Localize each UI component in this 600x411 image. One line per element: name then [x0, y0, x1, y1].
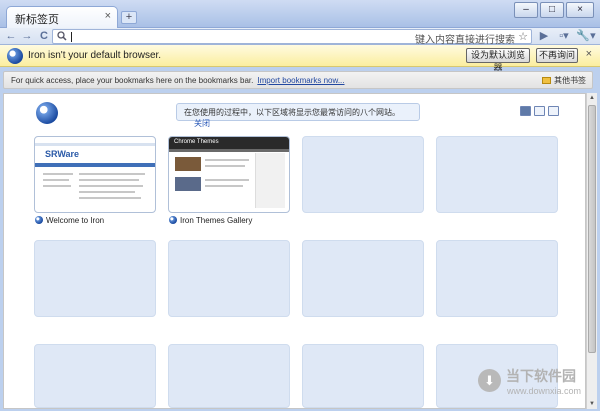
maximize-button[interactable]: □: [540, 2, 564, 18]
mini-sidebar: [255, 153, 285, 208]
forward-icon[interactable]: →: [20, 29, 34, 43]
mini-text: [79, 185, 143, 187]
infobar-close-icon[interactable]: ×: [586, 48, 592, 60]
tile-caption[interactable]: Iron Themes Gallery: [169, 216, 252, 225]
default-browser-infobar: Iron isn't your default browser. 设为默认浏览器…: [0, 45, 600, 73]
address-hint: 键入内容直接进行搜索: [415, 35, 515, 46]
toolbar: ← → C 键入内容直接进行搜索 ☆ ▶ ▫▾ 🔧▾: [0, 28, 600, 46]
thumbnail-view-icon[interactable]: [520, 106, 531, 116]
scroll-down-icon[interactable]: ▼: [587, 399, 597, 409]
infobar-message: Iron isn't your default browser.: [28, 50, 162, 61]
mini-text: [205, 179, 249, 181]
star-icon[interactable]: ☆: [518, 30, 528, 43]
tab-close-icon[interactable]: ×: [105, 10, 111, 22]
bookmarks-bar-message: For quick access, place your bookmarks h…: [11, 76, 345, 85]
back-icon[interactable]: ←: [4, 29, 18, 43]
tile-thumbnail[interactable]: SRWare: [34, 136, 156, 213]
mini-text: [205, 185, 243, 187]
scrollbar-thumb[interactable]: [588, 105, 596, 353]
iron-logo-icon: [36, 102, 58, 124]
empty-tile: [436, 240, 558, 317]
iron-favicon-icon: [169, 216, 177, 224]
go-icon[interactable]: ▶: [537, 29, 551, 43]
empty-tile: [302, 344, 424, 408]
mini-text: [43, 185, 71, 187]
tab-new-tab[interactable]: 新标签页 ×: [6, 6, 118, 28]
wrench-menu-icon[interactable]: 🔧▾: [576, 29, 596, 43]
empty-tile: [302, 136, 424, 213]
watermark-title: 当下软件园: [506, 368, 576, 384]
iron-logo-icon: [7, 48, 23, 64]
empty-tile: [436, 136, 558, 213]
empty-tile: [34, 240, 156, 317]
tile-thumbnail[interactable]: Chrome Themes: [168, 136, 290, 213]
list-view-icon[interactable]: [534, 106, 545, 116]
bookmarks-bar: For quick access, place your bookmarks h…: [3, 71, 593, 89]
mini-text: [43, 179, 69, 181]
bookmarks-hint: For quick access, place your bookmarks h…: [11, 76, 254, 85]
vertical-scrollbar[interactable]: ▲ ▼: [586, 93, 597, 409]
most-visited-hint: 在您使用的过程中，以下区域将显示您最常访问的八个网站。关闭: [176, 103, 420, 128]
new-tab-page: 在您使用的过程中，以下区域将显示您最常访问的八个网站。关闭 SRWare Wel…: [3, 93, 586, 409]
mini-text: [205, 165, 245, 167]
page-menu-icon[interactable]: ▫▾: [554, 29, 574, 43]
theme-preview: [175, 157, 201, 171]
mini-text: [79, 191, 135, 193]
theme-preview: [175, 177, 201, 191]
tile-title: Iron Themes Gallery: [180, 216, 253, 225]
other-bookmarks-label: 其他书签: [554, 76, 586, 85]
themes-header: Chrome Themes: [174, 139, 219, 145]
mini-text: [79, 179, 139, 181]
close-window-button[interactable]: ×: [566, 2, 594, 18]
folder-icon: [542, 77, 551, 84]
window-controls: – □ ×: [514, 2, 594, 18]
mini-text: [43, 173, 73, 175]
iron-favicon-icon: [35, 216, 43, 224]
srware-logo: SRWare: [45, 149, 80, 159]
mini-text: [79, 197, 141, 199]
import-bookmarks-link[interactable]: Import bookmarks now...: [257, 76, 344, 85]
reload-icon[interactable]: C: [37, 29, 51, 43]
tab-title: 新标签页: [15, 14, 59, 26]
search-icon: [57, 30, 67, 45]
empty-tile: [168, 240, 290, 317]
dont-ask-again-button[interactable]: 不再询问: [536, 48, 578, 63]
watermark-subtitle: www.downxia.com: [507, 386, 582, 396]
empty-tile: [168, 344, 290, 408]
empty-tile: [34, 344, 156, 408]
minimize-button[interactable]: –: [514, 2, 538, 18]
view-toggle: [520, 106, 559, 116]
mini-text: [205, 159, 249, 161]
set-default-browser-button[interactable]: 设为默认浏览器: [466, 48, 530, 73]
tile-title: Welcome to Iron: [46, 216, 105, 225]
scroll-up-icon[interactable]: ▲: [587, 93, 597, 103]
title-bar: 新标签页 × + – □ ×: [0, 0, 600, 28]
mini-nav: [35, 163, 155, 167]
address-bar[interactable]: 键入内容直接进行搜索 ☆: [52, 29, 532, 46]
new-tab-button[interactable]: +: [121, 11, 137, 24]
options-menu-icon[interactable]: [548, 106, 559, 116]
other-bookmarks-button[interactable]: 其他书签: [542, 75, 586, 86]
download-arrow-icon: ⬇: [484, 373, 495, 388]
hint-close-link[interactable]: 关闭: [194, 119, 210, 128]
tile-caption[interactable]: Welcome to Iron: [35, 216, 104, 225]
empty-tile: [302, 240, 424, 317]
text-caret: [71, 32, 72, 42]
mini-text: [79, 173, 145, 175]
mini-nav: [169, 149, 289, 152]
mini-header: [35, 143, 155, 146]
hint-message: 在您使用的过程中，以下区域将显示您最常访问的八个网站。: [184, 108, 400, 117]
